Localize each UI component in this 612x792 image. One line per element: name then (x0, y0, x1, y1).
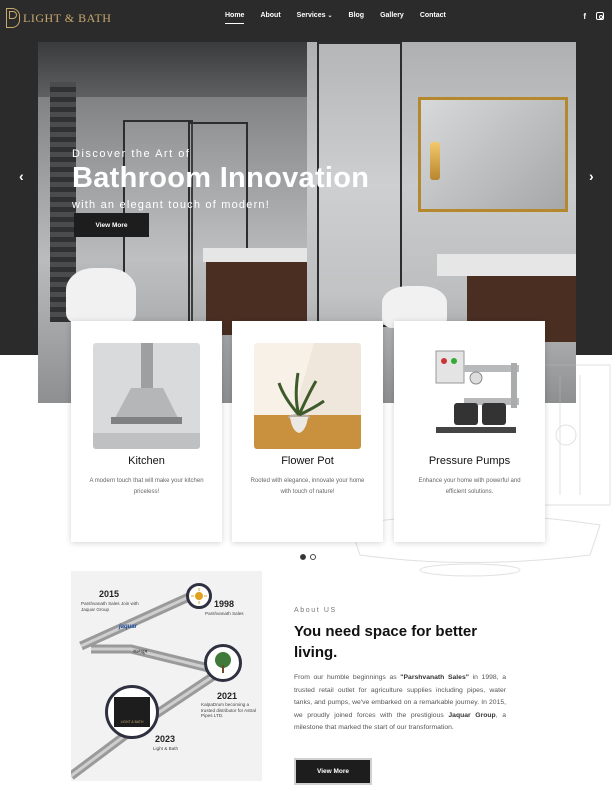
timeline-year: 2015 (99, 589, 120, 599)
timeline-marker (186, 583, 212, 609)
main-nav: Home About Services ⌄ Blog Gallery Contac… (225, 12, 446, 24)
timeline-note: KalpaDrum becoming a trusted distributor… (201, 702, 256, 719)
card-description: Rooted with elegance, innovate your home… (250, 478, 365, 495)
countertop (203, 248, 307, 262)
ceiling (38, 42, 307, 97)
light-bath-logo-tile: LIGHT & BATH (114, 697, 150, 727)
kitchen-hood-image (93, 343, 200, 449)
logo-mark-icon (6, 8, 20, 28)
chevron-down-icon: ⌄ (327, 13, 333, 19)
timeline-note: Parshvanath Sales Join with Jaquar Group (81, 601, 139, 612)
service-card-flower-pot[interactable]: Flower Pot Rooted with elegance, innovat… (232, 321, 383, 542)
about-body: From our humble beginnings as "Parshvana… (294, 672, 506, 735)
about-view-more-button[interactable]: View More (294, 758, 372, 785)
card-title: Flower Pot (281, 455, 334, 467)
about-highlight: "Parshvanath Sales" (400, 674, 469, 681)
jaquar-logo: jaquar (119, 624, 138, 630)
hero-text: Discover the Art of Bathroom Innovation … (72, 148, 369, 211)
history-timeline-graphic: 2015 Parshvanath Sales Join with Jaquar … (71, 571, 262, 781)
about-kicker: About US (294, 607, 337, 614)
mirror (418, 97, 568, 212)
carousel-dot[interactable] (310, 554, 316, 560)
brand-logo[interactable]: LIGHT & BATH (6, 8, 111, 28)
toilet (66, 268, 136, 323)
nav-home[interactable]: Home (225, 12, 245, 24)
timeline-year: 2023 (155, 734, 176, 744)
flower-pot-image (254, 343, 361, 449)
timeline-year: 2021 (217, 691, 238, 701)
social-links: f (583, 12, 604, 21)
instagram-icon[interactable] (596, 12, 604, 20)
nav-services-label: Services (296, 12, 326, 19)
kalpadrum-logo: कल्पद्रुम (133, 649, 148, 655)
timeline-marker (204, 644, 242, 682)
card-description: Enhance your home with powerful and effi… (418, 478, 521, 495)
nav-about[interactable]: About (260, 12, 280, 23)
card-title: Kitchen (128, 455, 165, 467)
nav-gallery[interactable]: Gallery (380, 12, 404, 23)
wall-lamp (430, 142, 440, 180)
sun-logo-icon (191, 588, 207, 604)
hero-title: Bathroom Innovation (72, 162, 370, 194)
site-header: LIGHT & BATH Home About Services ⌄ Blog G… (0, 0, 612, 40)
hero-kicker: Discover the Art of (72, 148, 191, 160)
timeline-note: Light & Bath (153, 746, 179, 751)
about-highlight: Jaquar Group (448, 711, 496, 719)
service-card-kitchen[interactable]: Kitchen A modern touch that will make yo… (71, 321, 222, 542)
slider-next-icon[interactable]: › (589, 168, 594, 184)
carousel-dot[interactable] (300, 554, 306, 560)
nav-services[interactable]: Services ⌄ (297, 12, 333, 23)
nav-blog[interactable]: Blog (349, 12, 365, 23)
brand-name: LIGHT & BATH (23, 10, 112, 25)
timeline-note: Parshvanath Sales (205, 611, 244, 616)
pressure-pump-image (416, 343, 523, 449)
about-title: You need space for better living. (294, 623, 478, 661)
nav-contact[interactable]: Contact (420, 12, 446, 23)
facebook-icon[interactable]: f (583, 12, 586, 21)
carousel-dots (300, 554, 316, 560)
tree-logo-icon (215, 652, 231, 673)
timeline-year: 1998 (214, 599, 235, 609)
hero-view-more-button[interactable]: View More (74, 213, 149, 237)
slider-prev-icon[interactable]: ‹ (19, 168, 24, 184)
card-description: A modern touch that will make your kitch… (89, 478, 204, 495)
lb-logo-text: LIGHT & BATH (120, 720, 144, 724)
about-text: From our humble beginnings as (294, 674, 401, 681)
timeline-marker: LIGHT & BATH (105, 685, 159, 739)
countertop (437, 254, 576, 276)
hero-subtitle: with an elegant touch of modern! (72, 199, 271, 211)
service-card-pressure-pumps[interactable]: Pressure Pumps Enhance your home with po… (394, 321, 545, 542)
card-title: Pressure Pumps (428, 455, 511, 467)
